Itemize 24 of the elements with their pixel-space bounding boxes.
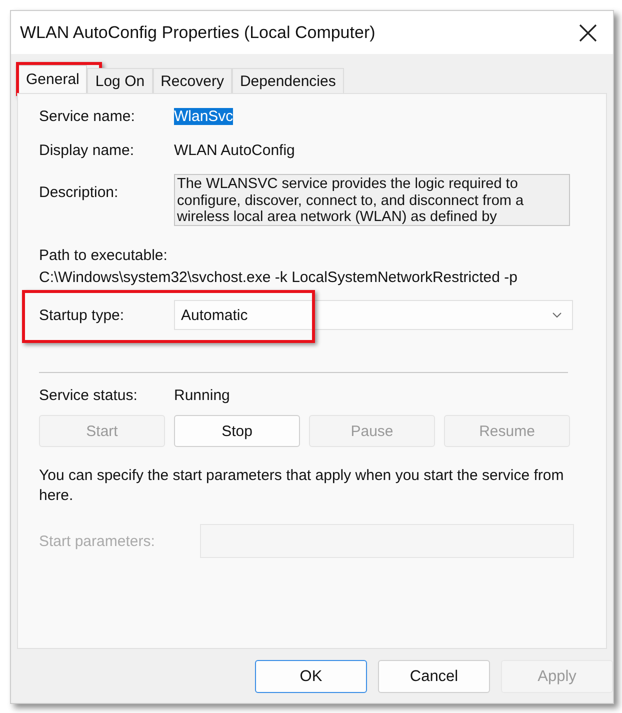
description-box[interactable]: The WLANSVC service provides the logic required to configure, discover, connect to, and disconnect from a wireless local area network (WLAN) as defined by (174, 174, 570, 226)
tab[interactable]: General (18, 65, 88, 93)
close-icon (579, 24, 597, 42)
field-label: Start parameters: (39, 532, 156, 550)
tab[interactable]: Recovery (152, 68, 232, 93)
service-name-value: WlanSvc (174, 108, 234, 125)
service-button[interactable]: Stop (174, 415, 300, 447)
dialog-button[interactable]: Cancel (378, 660, 490, 693)
field-label: Path to executable: (39, 247, 168, 264)
field-label: Display name: (39, 142, 136, 159)
field-label: Startup type: (39, 306, 126, 324)
tab[interactable]: Dependencies (232, 68, 344, 93)
hint-text: You can specify the start parameters that apply when you start the service from here. (39, 466, 565, 506)
display-name-value: WLAN AutoConfig (174, 142, 295, 159)
window-title: WLAN AutoConfig Properties (Local Computer) (20, 22, 376, 42)
chevron-down-icon (552, 312, 562, 318)
field-label: Service name: (39, 108, 136, 125)
path-value: C:\Windows\system32\svchost.exe -k LocalSystemNetworkRestricted -p (39, 269, 518, 286)
field-label: Service status: (39, 387, 138, 404)
service-status-value: Running (174, 387, 230, 404)
field-label: Description: (39, 184, 120, 201)
startup-type-dropdown[interactable]: Automatic (174, 300, 573, 330)
tab[interactable]: Log On (87, 68, 153, 93)
dialog-button[interactable]: OK (255, 660, 367, 693)
